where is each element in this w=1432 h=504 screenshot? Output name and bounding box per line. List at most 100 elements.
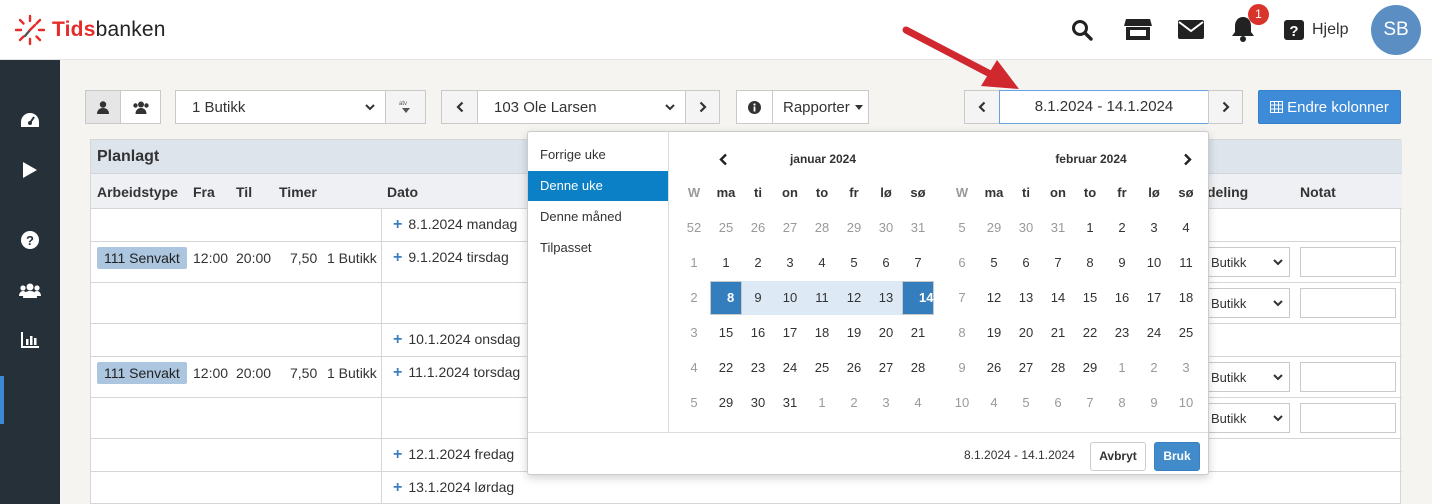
col-date[interactable]: Dato [387,184,418,200]
department-select[interactable]: Butikk [1208,403,1290,433]
single-user-toggle[interactable] [85,90,121,124]
reports-dropdown[interactable]: Rapporter [772,90,869,124]
brand-logo[interactable]: Tidsbanken [14,14,166,46]
range-this-month[interactable]: Denne måned [528,202,668,232]
help-link[interactable]: Hjelp [1312,21,1348,39]
calendar-day[interactable]: 30 [870,211,902,245]
calendar-day[interactable]: 5 [1010,386,1042,420]
cancel-button[interactable]: Avbryt [1090,442,1146,471]
col-department[interactable]: deling [1207,184,1248,200]
calendar-day[interactable]: 6 [870,246,902,280]
range-custom[interactable]: Tilpasset [528,233,668,263]
plus-icon[interactable]: + [393,364,402,381]
calendar-day[interactable]: 18 [1170,281,1202,315]
calendar-day[interactable]: 3 [774,246,806,280]
calendar-day[interactable]: 24 [774,351,806,385]
department-select[interactable]: Butikk [1208,362,1290,392]
info-button[interactable] [736,90,773,124]
calendar-day[interactable]: 23 [1106,316,1138,350]
col-hours[interactable]: Timer [279,184,317,200]
plus-icon[interactable]: + [393,446,402,463]
calendar-day[interactable]: 6 [1042,386,1074,420]
calendar-day[interactable]: 14 [1042,281,1074,315]
calendar-day[interactable]: 11 [1170,246,1202,280]
search-icon[interactable] [1071,19,1093,41]
calendar-day[interactable]: 4 [1170,211,1202,245]
calendar-day[interactable]: 31 [1042,211,1074,245]
calendar-day[interactable]: 2 [838,386,870,420]
date-range-input[interactable]: 8.1.2024 - 14.1.2024 [999,90,1209,124]
calendar-day[interactable]: 5 [978,246,1010,280]
calendar-day[interactable]: 12 [838,281,870,315]
calendar-day[interactable]: 15 [710,316,742,350]
row-date[interactable]: +11.1.2024 torsdag [393,364,520,382]
calendar-day[interactable]: 1 [806,386,838,420]
plus-icon[interactable]: + [393,216,402,233]
calendar-day[interactable]: 10 [774,281,806,315]
next-month-arrow[interactable] [1183,153,1193,166]
group-users-toggle[interactable] [120,90,161,124]
calendar-day[interactable]: 29 [978,211,1010,245]
apply-button[interactable]: Bruk [1154,442,1200,471]
calendar-day[interactable]: 10 [1170,386,1202,420]
employee-select[interactable]: 103 Ole Larsen [477,90,686,124]
note-input[interactable] [1300,403,1396,433]
worktype-tag[interactable]: 111 Senvakt [97,247,187,269]
calendar-day[interactable]: 5 [838,246,870,280]
calendar-day[interactable]: 4 [902,386,934,420]
col-worktype[interactable]: Arbeidstype [97,184,178,200]
edit-columns-button[interactable]: Endre kolonner [1258,90,1401,124]
calendar-day[interactable]: 3 [1138,211,1170,245]
calendar-day[interactable]: 29 [838,211,870,245]
range-previous-week[interactable]: Forrige uke [528,140,668,170]
calendar-day[interactable]: 29 [710,386,742,420]
calendar-day[interactable]: 16 [742,316,774,350]
department-select[interactable]: Butikk [1208,288,1290,318]
note-input[interactable] [1300,288,1396,318]
help-icon[interactable]: ? [1284,20,1304,40]
calendar-day[interactable]: 7 [1042,246,1074,280]
col-from[interactable]: Fra [193,184,215,200]
calendar-day[interactable]: 18 [806,316,838,350]
calendar-day[interactable]: 27 [774,211,806,245]
sort-toggle-button[interactable]: atv [385,90,426,124]
calendar-day[interactable]: 17 [1138,281,1170,315]
calendar-day[interactable]: 27 [870,351,902,385]
calendar-day[interactable]: 2 [742,246,774,280]
department-select[interactable]: Butikk [1208,247,1290,277]
range-this-week[interactable]: Denne uke [528,171,668,201]
store-select[interactable]: 1 Butikk [175,90,386,124]
sidebar-item-users[interactable] [0,278,60,302]
calendar-day[interactable]: 1 [710,246,742,280]
calendar-day[interactable]: 20 [870,316,902,350]
calendar-day[interactable]: 10 [1138,246,1170,280]
plus-icon[interactable]: + [393,249,402,266]
calendar-day[interactable]: 6 [1010,246,1042,280]
note-input[interactable] [1300,247,1396,277]
calendar-day[interactable]: 30 [1010,211,1042,245]
calendar-day[interactable]: 9 [1106,246,1138,280]
sidebar-item-dashboard[interactable] [0,108,60,132]
calendar-day[interactable]: 28 [806,211,838,245]
calendar-day[interactable]: 19 [978,316,1010,350]
worktype-tag[interactable]: 111 Senvakt [97,362,187,384]
calendar-day[interactable]: 8 [710,281,742,315]
calendar-day[interactable]: 3 [870,386,902,420]
sidebar-item-play[interactable] [0,158,60,182]
calendar-day[interactable]: 16 [1106,281,1138,315]
calendar-day[interactable]: 13 [870,281,902,315]
plus-icon[interactable]: + [393,331,402,348]
store-icon[interactable] [1124,17,1152,41]
row-date[interactable]: +9.1.2024 tirsdag [393,249,509,267]
calendar-day[interactable]: 13 [1010,281,1042,315]
plus-icon[interactable]: + [393,479,402,496]
calendar-day[interactable]: 31 [774,386,806,420]
calendar-day[interactable]: 22 [1074,316,1106,350]
calendar-day[interactable]: 9 [742,281,774,315]
calendar-day[interactable]: 26 [742,211,774,245]
calendar-day[interactable]: 9 [1138,386,1170,420]
calendar-day[interactable]: 22 [710,351,742,385]
row-date[interactable]: +12.1.2024 fredag [393,446,514,464]
calendar-day[interactable]: 11 [806,281,838,315]
calendar-day[interactable]: 4 [978,386,1010,420]
